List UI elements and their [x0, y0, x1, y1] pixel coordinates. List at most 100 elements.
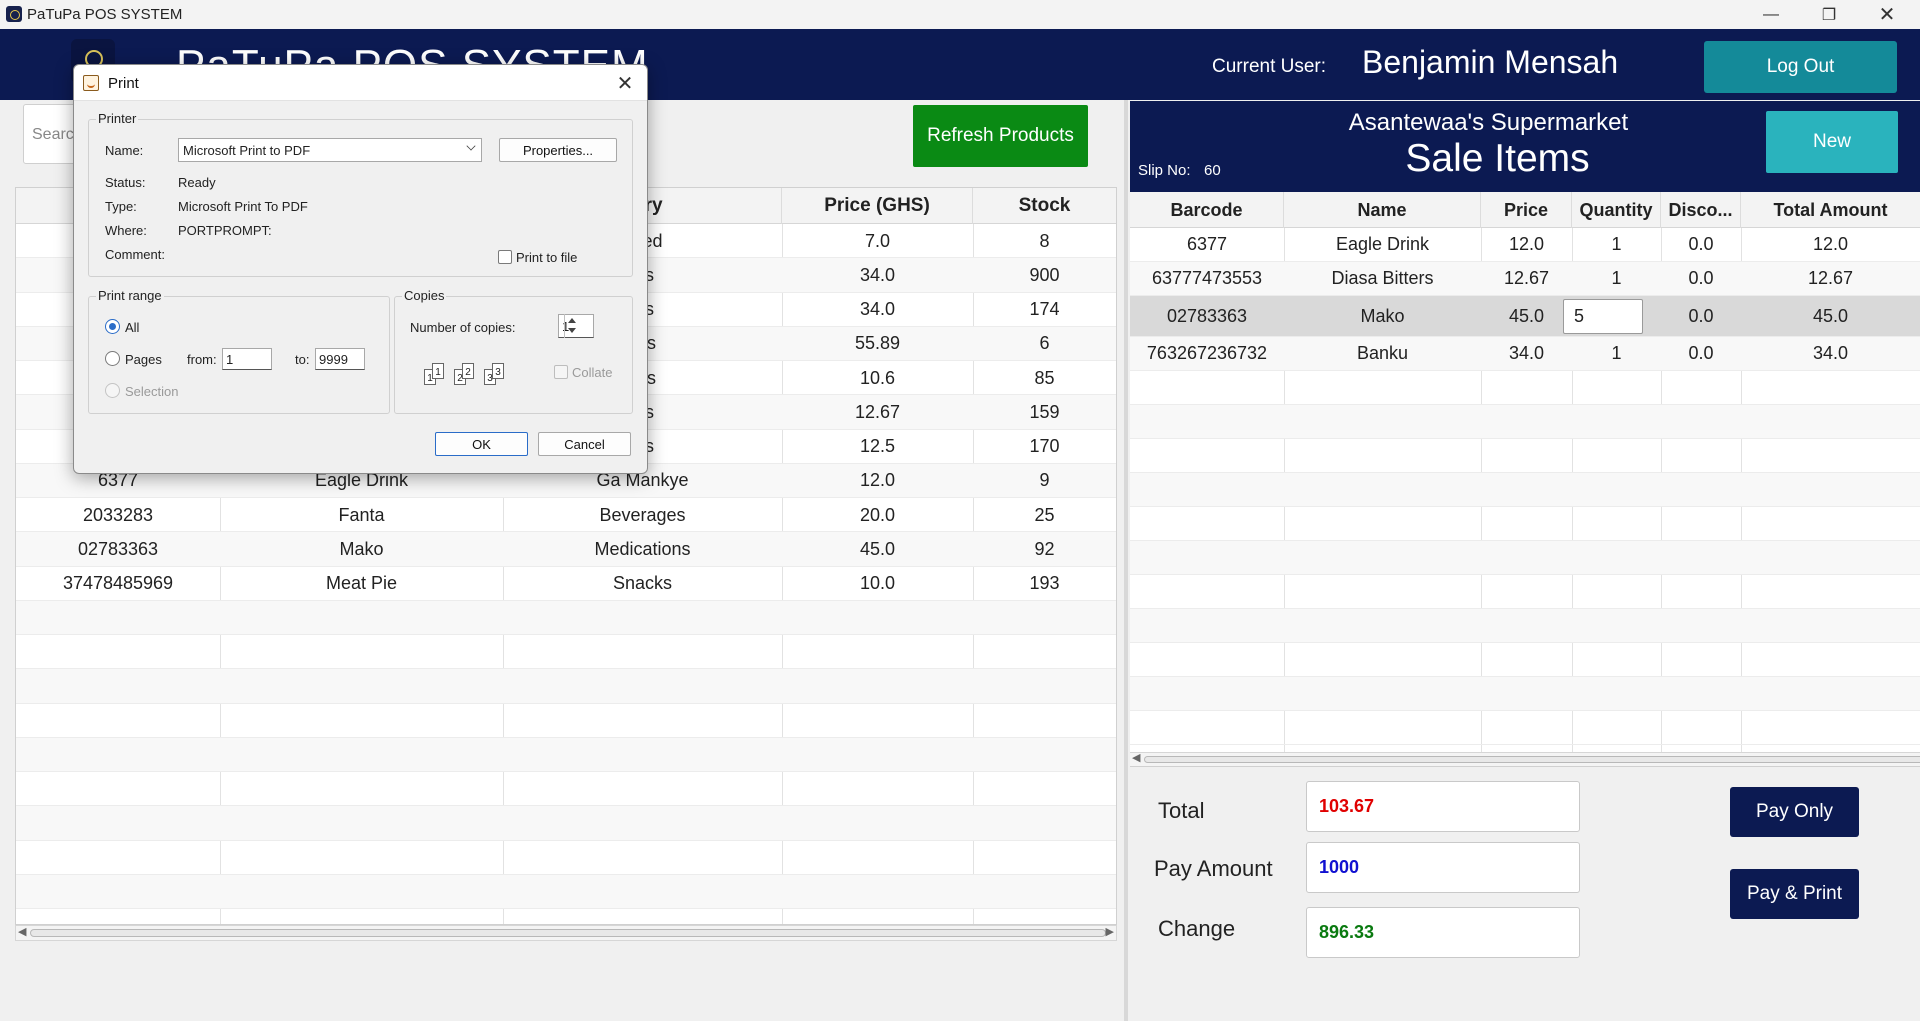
- sale-items-horizontal-scrollbar[interactable]: ◀: [1130, 751, 1920, 767]
- minimize-icon[interactable]: —: [1742, 0, 1800, 29]
- collate-pages-icon: 3 3: [484, 363, 508, 387]
- col-header-name[interactable]: Name: [1284, 192, 1481, 228]
- table-cell: 0.0: [1688, 343, 1714, 363]
- col-header-price[interactable]: Price (GHS): [782, 188, 973, 224]
- table-row[interactable]: [16, 772, 1116, 807]
- from-label: from:: [187, 352, 217, 367]
- table-row[interactable]: [1130, 405, 1920, 439]
- col-header-quantity[interactable]: Quantity: [1572, 192, 1661, 228]
- table-row[interactable]: 763267236732 Banku 34.0 1 0.0 34.0: [1130, 337, 1920, 371]
- table-row[interactable]: 63777473553 Diasa Bitters 12.67 1 0.0 12.67: [1130, 262, 1920, 296]
- new-sale-button[interactable]: New: [1766, 111, 1898, 173]
- properties-button[interactable]: Properties...: [499, 138, 617, 162]
- table-row[interactable]: [16, 841, 1116, 875]
- col-header-stock[interactable]: Stock: [973, 188, 1116, 224]
- table-row[interactable]: [16, 704, 1116, 738]
- pay-amount-field[interactable]: 1000: [1306, 842, 1580, 893]
- table-cell: 12.67: [854, 401, 901, 422]
- table-cell: 02783363: [1166, 305, 1248, 326]
- print-selection-radio[interactable]: [105, 383, 120, 398]
- change-field[interactable]: 896.33: [1306, 907, 1580, 958]
- to-label: to:: [295, 352, 310, 367]
- logout-button[interactable]: Log Out: [1704, 41, 1897, 93]
- products-horizontal-scrollbar[interactable]: ◀ ▶: [15, 925, 1117, 941]
- ok-button[interactable]: OK: [435, 432, 528, 456]
- maximize-icon[interactable]: ❐: [1800, 0, 1858, 29]
- table-row[interactable]: [1130, 643, 1920, 677]
- table-row[interactable]: 02783363 Mako Medications 45.0 92: [16, 532, 1116, 567]
- status-value: Ready: [178, 175, 216, 190]
- total-field[interactable]: 103.67: [1306, 781, 1580, 832]
- table-row[interactable]: [1130, 439, 1920, 473]
- table-row[interactable]: 2033283 Fanta Beverages 20.0 25: [16, 498, 1116, 533]
- table-row[interactable]: [16, 874, 1116, 909]
- table-row[interactable]: [1130, 677, 1920, 711]
- table-row[interactable]: [1130, 609, 1920, 643]
- table-row[interactable]: [16, 669, 1116, 704]
- table-cell: 12.0: [1508, 234, 1545, 254]
- print-to-file-checkbox[interactable]: [498, 250, 512, 264]
- print-to-file-label[interactable]: Print to file: [516, 250, 577, 265]
- scrollbar-thumb[interactable]: [30, 929, 1106, 937]
- copies-spinner[interactable]: [564, 314, 578, 338]
- table-row[interactable]: [16, 737, 1116, 772]
- scroll-left-icon[interactable]: ◀: [1132, 751, 1140, 764]
- table-cell: 10.0: [859, 573, 896, 593]
- sale-items-table-header: Barcode Name Price Quantity Disco... Tot…: [1130, 192, 1920, 228]
- table-cell: Mako: [339, 538, 384, 559]
- table-row[interactable]: [16, 806, 1116, 841]
- col-header-price[interactable]: Price: [1481, 192, 1572, 228]
- pay-amount-value: 1000: [1319, 857, 1360, 877]
- table-row[interactable]: [16, 600, 1116, 635]
- where-label: Where:: [105, 223, 147, 238]
- table-row[interactable]: [1130, 541, 1920, 575]
- pay-and-print-button[interactable]: Pay & Print: [1730, 869, 1859, 919]
- table-cell: 174: [1029, 299, 1060, 319]
- table-row[interactable]: [1130, 507, 1920, 541]
- split-divider[interactable]: [1124, 100, 1128, 1021]
- print-pages-radio[interactable]: [105, 351, 120, 366]
- print-all-radio[interactable]: [105, 319, 120, 334]
- collate-checkbox[interactable]: [554, 365, 568, 379]
- table-cell: 92: [1034, 538, 1055, 559]
- table-cell: 9: [1039, 470, 1050, 491]
- refresh-products-button[interactable]: Refresh Products: [913, 105, 1088, 167]
- table-row[interactable]: [16, 635, 1116, 670]
- table-cell: 45.0: [1508, 305, 1545, 326]
- from-page-input[interactable]: 1: [222, 348, 272, 370]
- col-header-total-amount[interactable]: Total Amount: [1741, 192, 1920, 228]
- quantity-edit-input[interactable]: 5: [1563, 299, 1643, 334]
- table-cell: 193: [1029, 573, 1060, 593]
- chevron-down-icon: [466, 141, 476, 151]
- scrollbar-thumb[interactable]: [1144, 756, 1920, 763]
- print-pages-label[interactable]: Pages: [125, 352, 162, 367]
- table-row[interactable]: [1130, 473, 1920, 507]
- close-icon[interactable]: ✕: [611, 69, 639, 97]
- spinner-down-icon[interactable]: [568, 328, 576, 333]
- spinner-up-icon[interactable]: [568, 318, 576, 323]
- col-header-barcode[interactable]: Barcode: [1130, 192, 1284, 228]
- table-cell: 170: [1029, 436, 1060, 456]
- table-cell: 900: [1029, 264, 1060, 285]
- scroll-right-icon[interactable]: ▶: [1106, 925, 1114, 938]
- table-row[interactable]: [1130, 371, 1920, 405]
- printer-name-select[interactable]: Microsoft Print to PDF: [178, 138, 482, 162]
- close-icon[interactable]: ✕: [1858, 0, 1916, 29]
- to-page-input[interactable]: 9999: [315, 348, 365, 370]
- change-label: Change: [1158, 916, 1236, 941]
- scroll-left-icon[interactable]: ◀: [18, 925, 26, 938]
- pay-amount-label: Pay Amount: [1154, 856, 1273, 881]
- print-dialog-titlebar[interactable]: Print ✕: [74, 65, 647, 101]
- col-header-discount[interactable]: Disco...: [1661, 192, 1741, 228]
- table-row[interactable]: [1130, 575, 1920, 609]
- table-row[interactable]: 02783363 Mako 45.0 5 0.0 45.0: [1130, 296, 1920, 337]
- cancel-button[interactable]: Cancel: [538, 432, 631, 456]
- table-row[interactable]: 37478485969 Meat Pie Snacks 10.0 193: [16, 567, 1116, 601]
- sale-items-table: Barcode Name Price Quantity Disco... Tot…: [1130, 192, 1920, 753]
- table-row[interactable]: 6377 Eagle Drink 12.0 1 0.0 12.0: [1130, 228, 1920, 262]
- pay-only-button[interactable]: Pay Only: [1730, 787, 1859, 837]
- table-cell: Diasa Bitters: [1331, 268, 1434, 288]
- table-cell: 0.0: [1688, 234, 1714, 254]
- table-row[interactable]: [1130, 711, 1920, 745]
- print-all-label[interactable]: All: [125, 320, 139, 335]
